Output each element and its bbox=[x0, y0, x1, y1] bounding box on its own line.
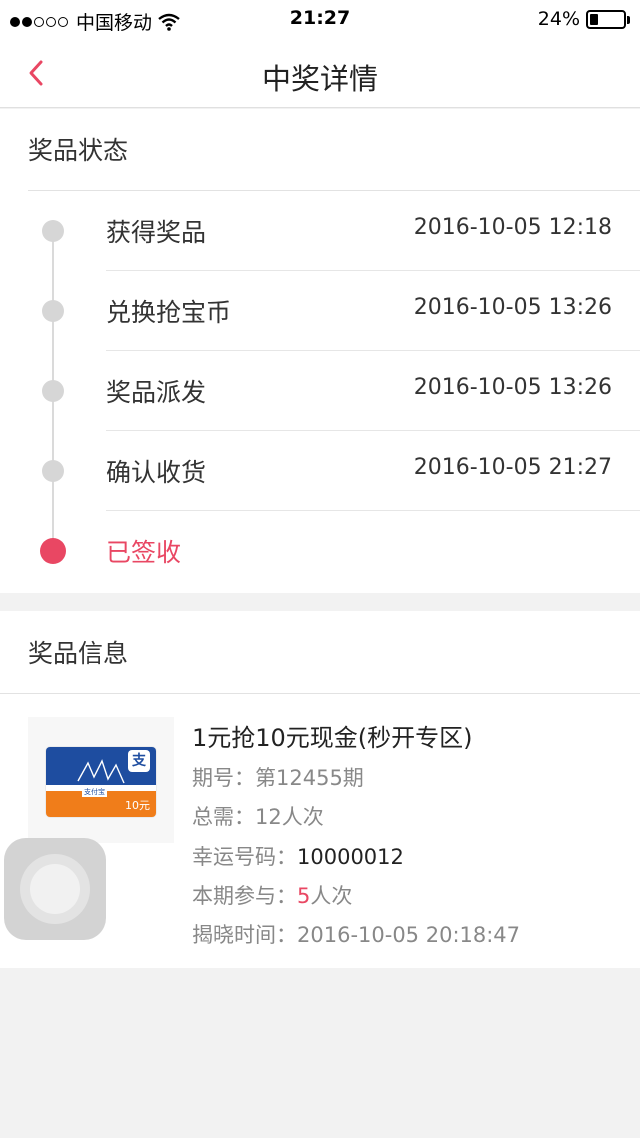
status-bar: 中国移动 21:27 24% bbox=[0, 0, 640, 38]
card-scribble-icon bbox=[77, 759, 125, 784]
status-right: 24% bbox=[537, 8, 630, 30]
page-title: 中奖详情 bbox=[261, 62, 378, 96]
required-value: 12人次 bbox=[255, 805, 324, 829]
prize-info-header: 奖品信息 bbox=[28, 639, 129, 668]
step-label: 兑换抢宝币 bbox=[106, 298, 232, 327]
alipay-card-image: 支 支付宝 10元 bbox=[46, 747, 156, 817]
step-label: 获得奖品 bbox=[106, 218, 207, 247]
timeline-step: 兑换抢宝币 2016-10-05 13:26 bbox=[0, 271, 640, 351]
required-line: 总需：12人次 bbox=[192, 801, 324, 831]
lucky-number-value: 10000012 bbox=[297, 845, 404, 869]
step-label: 确认收货 bbox=[106, 458, 207, 487]
prize-status-header: 奖品状态 bbox=[28, 136, 129, 165]
timeline-step: 奖品派发 2016-10-05 13:26 bbox=[0, 351, 640, 431]
reveal-time-value: 2016-10-05 20:18:47 bbox=[297, 923, 521, 947]
step-dot-icon bbox=[42, 380, 64, 402]
product-image[interactable]: 支 支付宝 10元 bbox=[28, 717, 174, 843]
reveal-time-label: 揭晓时间： bbox=[192, 923, 297, 947]
battery-percentage: 24% bbox=[537, 8, 580, 30]
required-label: 总需： bbox=[192, 805, 255, 829]
joined-label: 本期参与： bbox=[192, 884, 297, 908]
step-dot-icon bbox=[42, 220, 64, 242]
card-brand: 支付宝 bbox=[82, 787, 107, 797]
step-time: 2016-10-05 12:18 bbox=[413, 215, 612, 240]
period-value: 第12455期 bbox=[255, 766, 364, 790]
step-label: 奖品派发 bbox=[106, 378, 207, 407]
alipay-logo-icon: 支 bbox=[128, 750, 150, 772]
period-label: 期号： bbox=[192, 766, 255, 790]
timeline-step: 获得奖品 2016-10-05 12:18 bbox=[0, 191, 640, 271]
card-value: 10元 bbox=[125, 799, 150, 812]
step-time: 2016-10-05 13:26 bbox=[413, 295, 612, 320]
step-time: 2016-10-05 13:26 bbox=[413, 375, 612, 400]
current-step-dot-icon bbox=[40, 538, 66, 564]
joined-count: 5 bbox=[297, 884, 311, 908]
joined-unit: 人次 bbox=[310, 884, 353, 908]
divider bbox=[0, 693, 640, 694]
battery-icon bbox=[586, 9, 630, 29]
period-line: 期号：第12455期 bbox=[192, 762, 364, 792]
current-step-label: 已签收 bbox=[106, 538, 182, 567]
assistive-touch-icon bbox=[30, 864, 80, 914]
step-dot-icon bbox=[42, 460, 64, 482]
timeline-step: 确认收货 2016-10-05 21:27 bbox=[0, 431, 640, 511]
navigation-bar: 中奖详情 bbox=[0, 38, 640, 108]
lucky-number-line: 幸运号码：10000012 bbox=[192, 841, 404, 871]
prize-status-section: 奖品状态 获得奖品 2016-10-05 12:18 兑换抢宝币 2016-10… bbox=[0, 109, 640, 593]
joined-line: 本期参与：5人次 bbox=[192, 880, 352, 910]
step-dot-icon bbox=[42, 300, 64, 322]
lucky-number-label: 幸运号码： bbox=[192, 845, 297, 869]
assistive-touch-button[interactable] bbox=[4, 838, 106, 940]
step-time: 2016-10-05 21:27 bbox=[413, 455, 612, 480]
timeline-step-current: 已签收 bbox=[0, 511, 640, 591]
product-title[interactable]: 1元抢10元现金(秒开专区) bbox=[192, 718, 473, 753]
reveal-time-line: 揭晓时间：2016-10-05 20:18:47 bbox=[192, 919, 520, 949]
